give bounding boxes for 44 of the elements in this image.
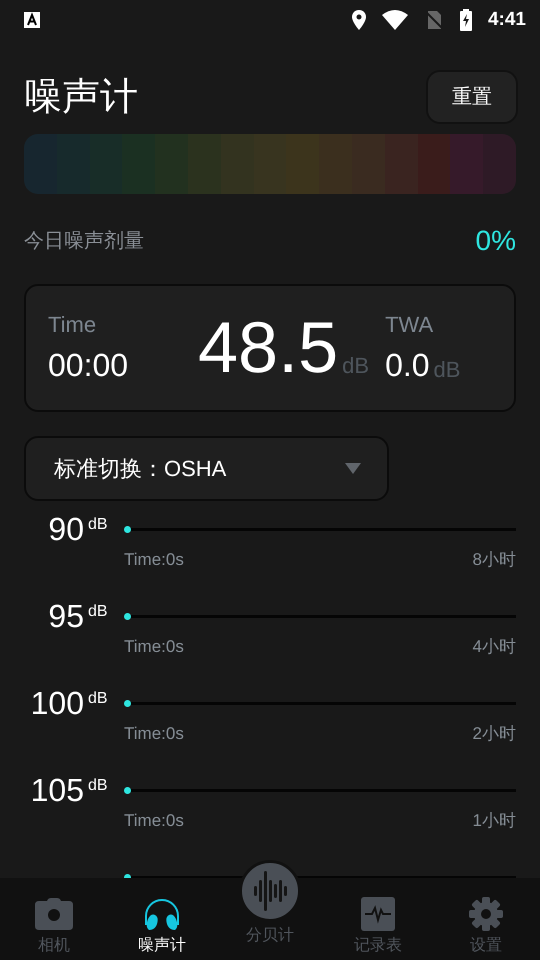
unit-label: dB — [87, 689, 109, 709]
timer-value: 00:00 — [48, 346, 130, 384]
caret-icon — [345, 463, 361, 474]
settings-icon — [469, 897, 503, 931]
twa-label: TWA — [385, 310, 434, 338]
standard-dropdown[interactable]: 标准切换：OSHA — [24, 436, 389, 501]
location-icon — [352, 10, 366, 30]
reset-button[interactable]: 重置 — [426, 70, 518, 124]
exposure-time: Time:0s — [124, 549, 184, 571]
nav-tab[interactable]: 分贝计 — [216, 860, 324, 960]
unit-label: dB — [87, 776, 109, 796]
camera-icon — [35, 898, 73, 930]
allowed-duration: 8小时 — [472, 549, 516, 571]
unit-label: dB — [87, 602, 109, 622]
exposure-time: Time:0s — [124, 723, 184, 745]
exposure-time: Time:0s — [124, 810, 184, 832]
sound-wave-icon — [254, 871, 286, 911]
noise-level-value: 48.5 — [198, 312, 338, 384]
nav-tab[interactable]: 设置 — [432, 878, 540, 960]
exposure-time: Time:0s — [124, 636, 184, 658]
pulse-chart-icon — [361, 897, 395, 931]
wifi-icon — [382, 10, 408, 30]
nav-tab[interactable]: 噪声计 — [108, 878, 216, 960]
headphones-icon — [143, 897, 181, 931]
allowed-duration: 4小时 — [472, 636, 516, 658]
limit-value: 90 — [47, 513, 84, 549]
battery-charging-icon — [460, 9, 472, 31]
keyboard-icon — [24, 12, 40, 28]
unit-label: dB — [342, 352, 370, 380]
clock: 4:41 — [488, 8, 526, 32]
limit-value: 105 — [30, 774, 84, 810]
limit-value: 95 — [47, 600, 84, 636]
limit-value: 100 — [30, 687, 84, 723]
dose-label: 今日噪声剂量 — [24, 229, 144, 254]
dose-value: 0% — [476, 224, 516, 258]
unit-label: dB — [87, 515, 109, 535]
allowed-duration: 2小时 — [472, 723, 516, 745]
nav-tab[interactable]: 记录表 — [324, 878, 432, 960]
nav-tab[interactable]: 相机 — [0, 878, 108, 960]
allowed-duration: 1小时 — [472, 810, 516, 832]
unit-label: dB — [434, 356, 460, 384]
page-title: 噪声计 — [24, 78, 138, 116]
twa-value: 0.0 — [385, 346, 430, 384]
time-label: Time — [48, 310, 98, 338]
